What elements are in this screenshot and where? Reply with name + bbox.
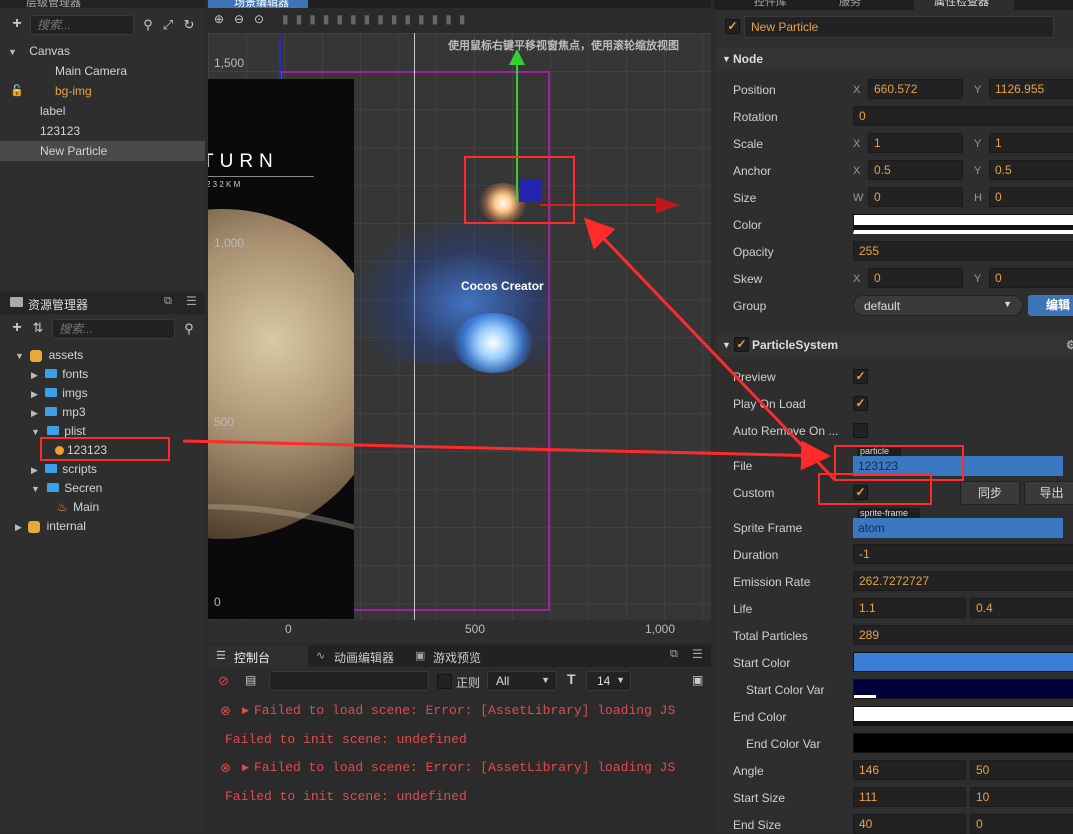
arrow-custom-to-scene — [583, 217, 837, 482]
annotation-arrows — [182, 217, 837, 482]
arrow-asset-to-file — [182, 439, 831, 471]
